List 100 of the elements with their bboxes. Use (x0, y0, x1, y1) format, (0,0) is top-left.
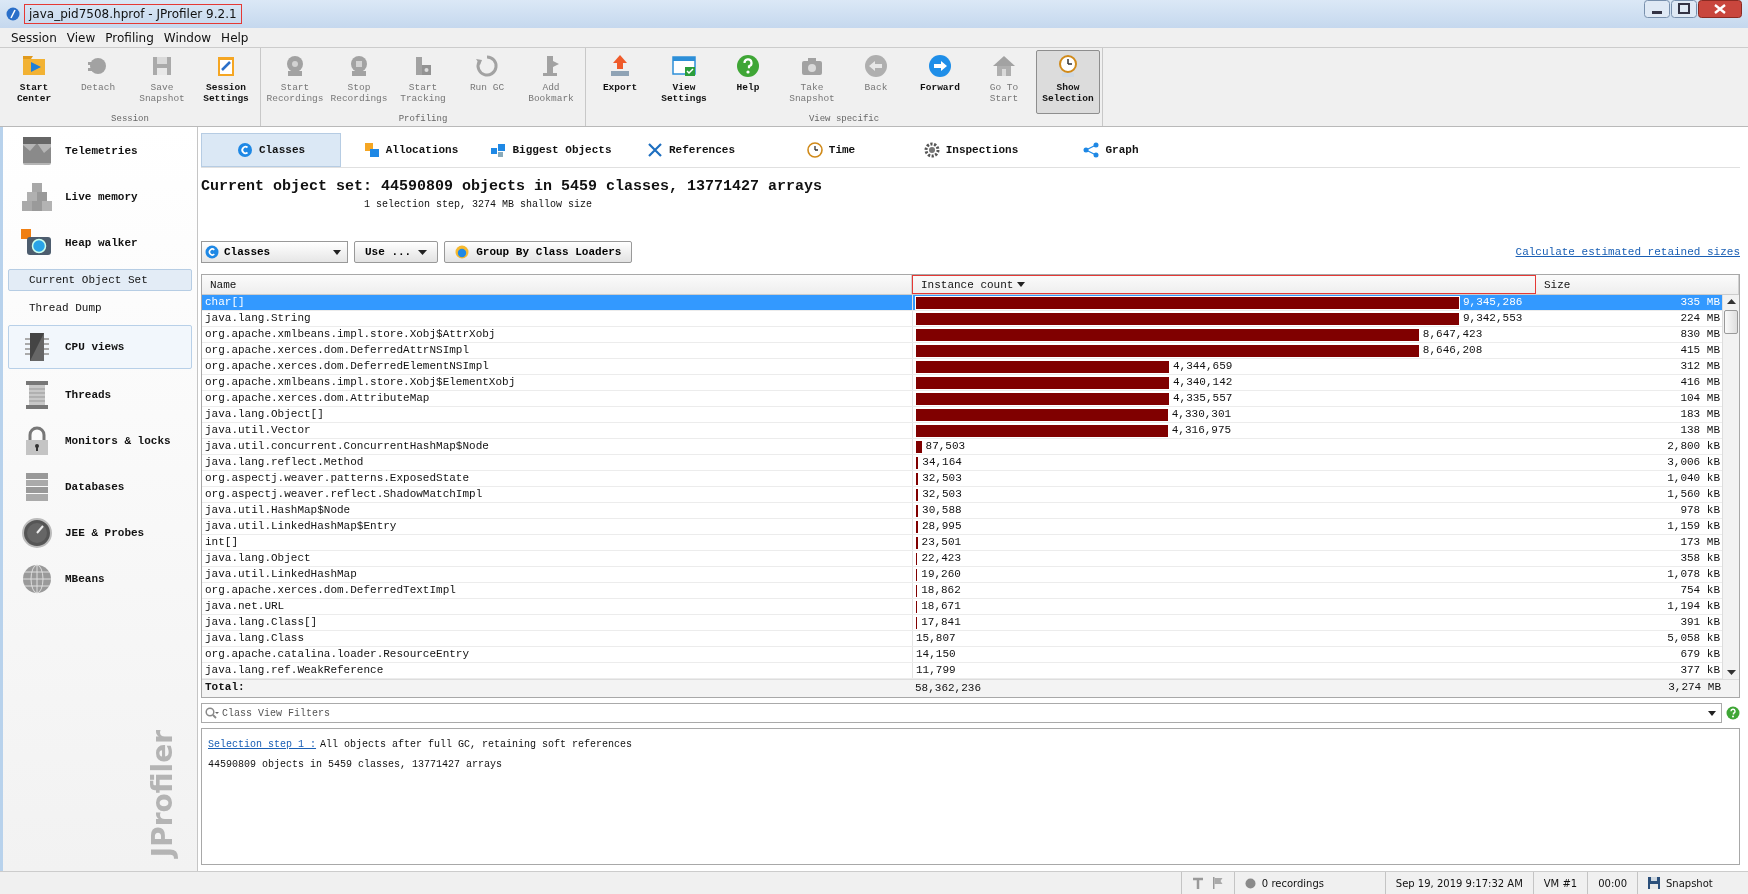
caret-icon (1708, 711, 1716, 716)
view-tab[interactable]: Allocations (341, 133, 481, 167)
search-icon (205, 707, 219, 719)
group-label: View specific (807, 114, 881, 126)
maximize-icon (1671, 0, 1697, 18)
table-cell: 28,995 (921, 519, 962, 534)
sidebar-item[interactable]: JEE & Probes (8, 513, 192, 553)
table-cell-text: java.net.URL (204, 599, 286, 614)
sidebar-subitem[interactable]: Current Object Set (8, 269, 192, 291)
clock-icon (806, 142, 823, 158)
heading-title: Current object set: 44590809 objects in 5459 classes, 13771427 arrays (201, 178, 824, 195)
flag-icon (1211, 877, 1224, 889)
sidebar-item[interactable]: MBeans (8, 559, 192, 599)
table-cell: 8,647,423 (1422, 327, 1483, 342)
table-cell: 9,345,286 (1462, 295, 1523, 310)
table-cell-text: org.apache.xerces.dom.AttributeMap (204, 391, 431, 406)
table-cell-text: 391 kB (1679, 615, 1721, 630)
help-icon (1726, 706, 1740, 720)
table-cell-text: java.lang.Object (204, 551, 312, 566)
table-cell-text: 377 kB (1679, 663, 1721, 678)
table-cell: 4,335,557 (1172, 391, 1233, 406)
recordings-count: 0 recordings (1261, 877, 1324, 889)
chart-icon (21, 135, 53, 167)
table-cell-text: 5,058 kB (1666, 631, 1721, 646)
group-label: Session (110, 114, 150, 126)
column-header[interactable]: Size (1536, 275, 1739, 294)
table-cell-text: org.aspectj.weaver.patterns.ExposedState (204, 471, 471, 486)
sidebar-item[interactable]: Telemetries (8, 131, 192, 171)
scrollbar[interactable] (1722, 295, 1739, 679)
table-cell-text: 138 MB (1679, 423, 1721, 438)
sidebar-item[interactable]: Threads (8, 375, 192, 415)
minimize-icon (1644, 0, 1670, 18)
table-cell-text: 1,560 kB (1666, 487, 1721, 502)
table-cell-text: java.util.Vector (204, 423, 312, 438)
view-dropdown[interactable]: Classes (201, 241, 348, 263)
view-tab[interactable]: Classes (201, 133, 341, 167)
table-cell: 4,316,975 (1171, 423, 1232, 438)
selection-step-link[interactable]: Selection step 1 : (208, 739, 317, 750)
caret-icon (333, 249, 341, 255)
toolbar-button[interactable]: Help (716, 50, 780, 114)
menu-item[interactable]: Profiling (104, 30, 155, 45)
table-cell-text: java.lang.ref.WeakReference (204, 663, 385, 678)
toolbar-button[interactable]: Start Center (2, 50, 66, 114)
table-cell-text: java.util.LinkedHashMap (204, 567, 358, 582)
view-tab[interactable]: Inspections (901, 133, 1041, 167)
group-button[interactable]: Group By Class Loaders (444, 241, 633, 263)
column-header[interactable]: Name (202, 275, 912, 294)
total-size: 3,274 MB (1667, 680, 1722, 695)
toolbar-button[interactable]: Session Settings (194, 50, 258, 114)
toolbar-button[interactable]: Show Selection (1036, 50, 1100, 114)
table-cell-text: int[] (204, 535, 239, 550)
sidebar-item[interactable]: Monitors & locks (8, 421, 192, 461)
sidebar-item[interactable]: Databases (8, 467, 192, 507)
table-cell-text: 335 MB (1679, 295, 1721, 310)
table-cell-text: 224 MB (1679, 311, 1721, 326)
total-label: Total: (204, 680, 246, 695)
menu-item[interactable]: Help (220, 30, 250, 45)
scroll-thumb[interactable] (1724, 310, 1738, 334)
sidebar-item[interactable]: Heap walker (8, 223, 192, 263)
sidebar-item[interactable]: CPU views (8, 325, 192, 369)
table-cell: 15,807 (916, 631, 956, 646)
view-tab[interactable]: References (621, 133, 761, 167)
table-cell-text: java.lang.String (204, 311, 312, 326)
view-tab[interactable]: Graph (1041, 133, 1181, 167)
toolbar-button[interactable]: Forward (908, 50, 972, 114)
sidebar-subitem[interactable]: Thread Dump (8, 297, 192, 319)
sidebar-item[interactable]: Live memory (8, 177, 192, 217)
toolbar-button[interactable]: Export (588, 50, 652, 114)
menu-item[interactable]: Session (10, 30, 58, 45)
table-cell-text: char[] (204, 295, 246, 310)
table-cell-text: org.apache.xerces.dom.DeferredTextImpl (204, 583, 457, 598)
table-cell-text: 2,800 kB (1666, 439, 1721, 454)
table-cell: 14,150 (916, 647, 956, 662)
table-cell: 17,841 (921, 615, 961, 630)
view-tab[interactable]: Biggest Objects (481, 133, 621, 167)
record-dot-icon (1244, 877, 1256, 889)
filter-field[interactable]: Class View Filters (201, 703, 1722, 723)
use-button[interactable]: Use ... (354, 241, 439, 263)
table-cell: 23,501 (921, 535, 962, 550)
total-count: 58,362,236 (914, 681, 982, 696)
sort-down-icon (1017, 282, 1026, 287)
graph-icon (1083, 142, 1100, 158)
table-cell-text: 312 MB (1679, 359, 1721, 374)
menu-item[interactable]: Window (162, 30, 213, 45)
menu-item[interactable]: View (65, 30, 97, 45)
table-cell: 4,344,659 (1172, 359, 1233, 374)
table-cell-text: org.apache.xerces.dom.DeferredAttrNSImpl (204, 343, 471, 358)
column-header[interactable]: Instance count (912, 275, 1536, 294)
retained-sizes-link[interactable]: Calculate estimated retained sizes (1515, 246, 1740, 258)
toolbar-button[interactable]: View Settings (652, 50, 716, 114)
close-icon (1698, 0, 1742, 18)
blocks-icon (490, 142, 507, 158)
group-label: Profiling (397, 114, 449, 126)
table-cell: 87,503 (925, 439, 966, 454)
table-cell: 11,799 (916, 663, 956, 678)
view-tab[interactable]: Time (761, 133, 901, 167)
table-cell: 4,330,301 (1171, 407, 1232, 422)
table-cell-text: 978 kB (1679, 503, 1721, 518)
table-cell-text: java.util.HashMap$Node (204, 503, 352, 518)
table-cell: 30,588 (922, 503, 962, 518)
